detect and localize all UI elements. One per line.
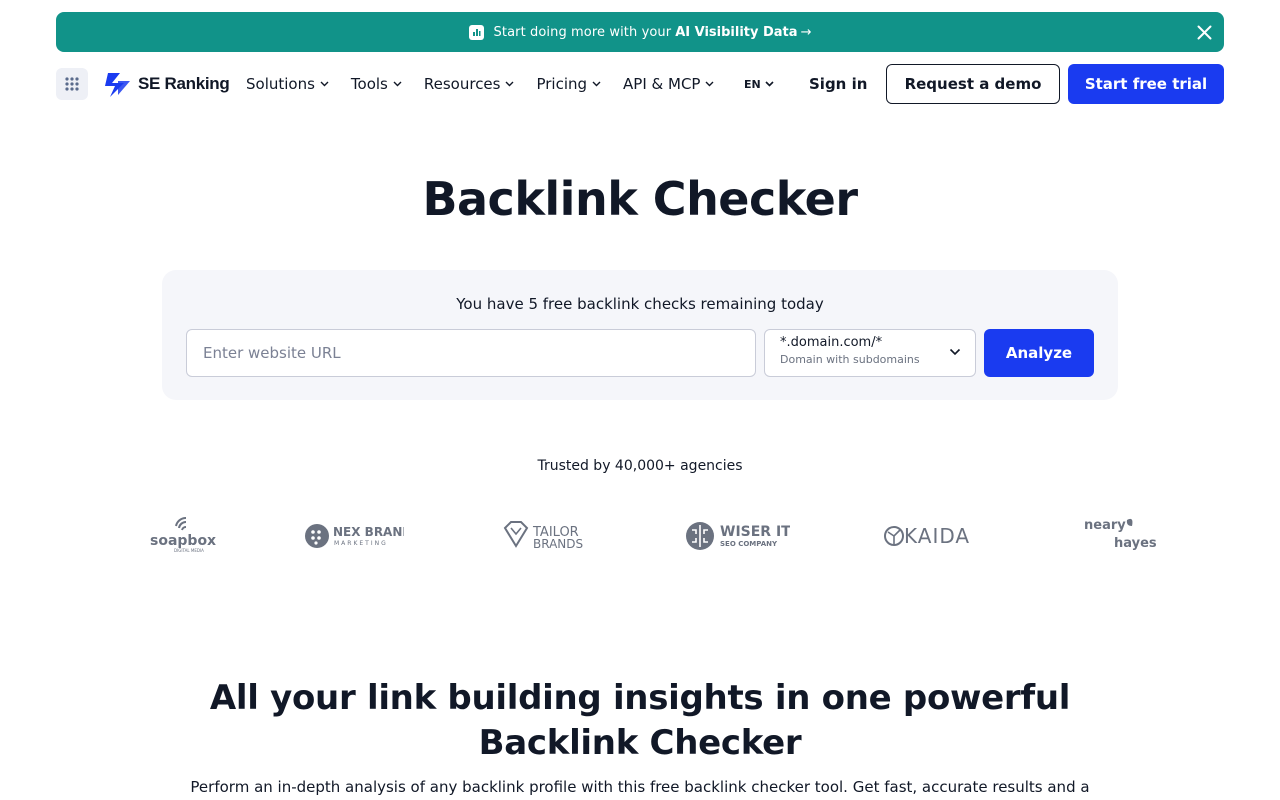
svg-text:NEX BRAND: NEX BRAND [333, 525, 404, 539]
announcement-banner[interactable]: Start doing more with your AI Visibility… [56, 12, 1224, 52]
client-logo-soapbox: soapbox DIGITAL MEDIA [148, 510, 218, 558]
menu-label: Pricing [536, 75, 588, 93]
menu-label: Solutions [246, 75, 315, 93]
banner-highlight[interactable]: AI Visibility Data [675, 25, 797, 40]
svg-text:KAIDA: KAIDA [904, 524, 970, 548]
scope-value: *.domain.com/* [780, 335, 883, 350]
svg-text:BRANDS: BRANDS [533, 537, 583, 551]
menu-label: Tools [350, 75, 388, 93]
menu-api-mcp[interactable]: API & MCP [623, 75, 714, 93]
scope-select[interactable]: *.domain.com/* Domain with subdomains [764, 329, 976, 377]
chevron-down-icon [765, 81, 774, 87]
menu-solutions[interactable]: Solutions [246, 75, 329, 93]
client-logo-nex-brand: NEX BRAND MARKETING [304, 510, 404, 558]
website-url-input[interactable] [186, 329, 756, 377]
svg-text:SEO COMPANY: SEO COMPANY [720, 540, 778, 548]
client-logos: soapbox DIGITAL MEDIA NEX BRAND MARKETIN… [140, 510, 1170, 558]
section-title: All your link building insights in one p… [209, 678, 1071, 763]
svg-text:soapbox: soapbox [150, 533, 216, 549]
svg-text:WISER IT: WISER IT [720, 524, 790, 540]
menu-pricing[interactable]: Pricing [536, 75, 601, 93]
chevron-down-icon [320, 81, 329, 87]
brand-mark-icon [105, 73, 130, 97]
svg-text:hayes: hayes [1114, 536, 1157, 551]
language-label: EN [744, 77, 761, 91]
menu-resources[interactable]: Resources [424, 75, 515, 93]
client-logo-tailor-brands: TAILOR BRANDS [502, 510, 586, 558]
apps-grid-button[interactable] [56, 68, 88, 100]
trusted-by-text: Trusted by 40,000+ agencies [537, 458, 743, 474]
section-description: Perform an in-depth analysis of any back… [190, 778, 1090, 796]
remaining-checks-text: You have 5 free backlink checks remainin… [456, 295, 824, 313]
search-card: You have 5 free backlink checks remainin… [162, 270, 1118, 400]
svg-text:MARKETING: MARKETING [334, 540, 388, 547]
chart-box-icon [468, 24, 484, 40]
start-free-trial-button[interactable]: Start free trial [1068, 64, 1224, 104]
svg-text:DIGITAL MEDIA: DIGITAL MEDIA [174, 548, 204, 553]
primary-menu: Solutions Tools Resources Pricing API & … [246, 64, 736, 104]
chevron-down-icon [393, 81, 402, 87]
sign-in-link[interactable]: Sign in [809, 64, 867, 104]
menu-label: Resources [423, 75, 501, 93]
chevron-down-icon [949, 348, 961, 356]
analyze-button[interactable]: Analyze [984, 329, 1094, 377]
chevron-down-icon [592, 81, 601, 87]
close-icon[interactable] [1192, 20, 1216, 44]
brand-logo[interactable]: SE Ranking [104, 69, 230, 99]
brand-name: SE Ranking [138, 74, 230, 93]
grid-icon [65, 77, 79, 91]
page-title: Backlink Checker [422, 172, 858, 226]
client-logo-kaida: KAIDA [882, 510, 978, 558]
scope-description: Domain with subdomains [780, 353, 920, 366]
main-nav: SE Ranking Solutions Tools Resources Pri… [56, 64, 1224, 104]
banner-text: Start doing more with your [493, 24, 672, 40]
svg-text:neary: neary [1084, 518, 1126, 533]
menu-tools[interactable]: Tools [351, 75, 402, 93]
arrow-right-icon: → [800, 24, 812, 40]
chevron-down-icon [505, 81, 514, 87]
language-switcher[interactable]: EN [744, 75, 774, 93]
menu-label: API & MCP [623, 75, 701, 93]
request-demo-button[interactable]: Request a demo [886, 64, 1060, 104]
chevron-down-icon [705, 81, 714, 87]
client-logo-wiser-it: WISER IT SEO COMPANY [684, 510, 790, 558]
client-logo-neary-hayes: neary hayes [1082, 510, 1162, 558]
